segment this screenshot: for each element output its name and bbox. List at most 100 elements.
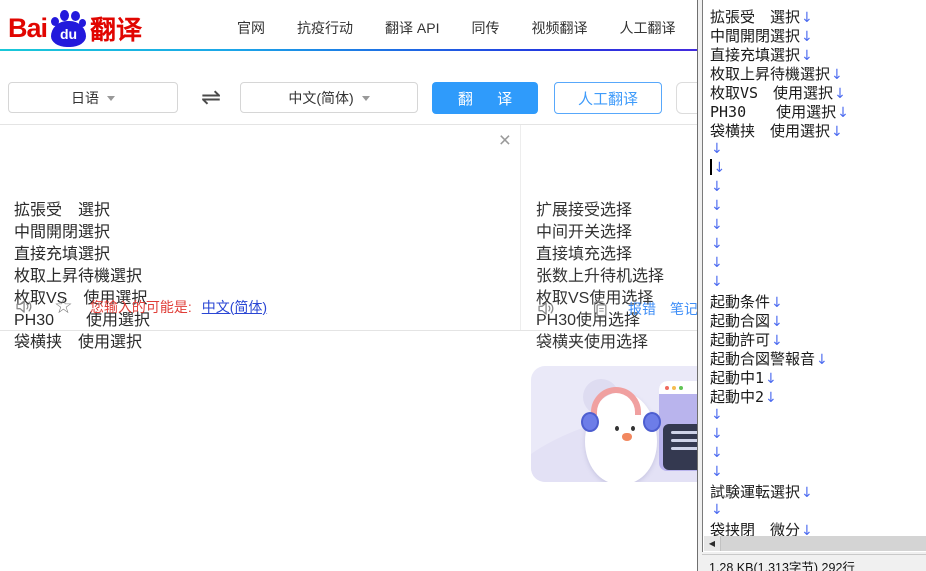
result-text-line: 袋横夹使用选择 <box>536 332 664 354</box>
copy-icon[interactable] <box>590 299 610 319</box>
newline-mark-icon: ↓ <box>711 255 723 271</box>
headphone-cup-icon <box>643 412 661 432</box>
language-hint-link[interactable]: 中文(简体) <box>202 297 267 317</box>
source-text[interactable]: 拡張受 選択中間開閉選択直接充填選択枚取上昇待機選択枚取VS 使用選択PH30 … <box>14 134 150 354</box>
nav-item[interactable]: 抗疫行动 <box>297 18 353 38</box>
speaker-icon[interactable] <box>14 296 35 317</box>
newline-mark-icon: ↓ <box>711 179 723 195</box>
newline-mark-icon: ↓ <box>711 502 723 518</box>
editor-line: 起動合図警報音↓ <box>710 348 926 367</box>
swap-icon: ⇌ <box>201 83 221 112</box>
newline-mark-icon: ↓ <box>801 48 813 64</box>
chevron-down-icon <box>362 96 370 101</box>
newline-mark-icon: ↓ <box>831 67 843 83</box>
logo-text-product: 翻译 <box>90 10 142 47</box>
nav-item[interactable]: 官网 <box>237 18 265 38</box>
newline-mark-icon: ↓ <box>714 160 726 176</box>
source-text-line: 中間開閉選択 <box>14 222 150 244</box>
swap-languages-button[interactable]: ⇌ <box>194 82 228 113</box>
editor-line: ↓ <box>710 158 926 177</box>
editor-line: ↓ <box>710 500 926 519</box>
mascot-beak <box>622 433 632 441</box>
newline-mark-icon: ↓ <box>711 464 723 480</box>
baidu-translate-logo[interactable]: Bai du 翻译 <box>8 8 142 48</box>
editor-line-text: 中間開閉選択 <box>710 27 800 45</box>
editor-line-text: PH30 使用選択 <box>710 103 836 121</box>
editor-line: 直接充填選択↓ <box>710 44 926 63</box>
logo-text-du: du <box>60 26 77 42</box>
editor-line: 起動許可↓ <box>710 329 926 348</box>
newline-mark-icon: ↓ <box>711 236 723 252</box>
editor-line-text: 起動中2 <box>710 388 764 406</box>
nav-item[interactable]: 人工翻译 <box>619 18 675 38</box>
editor-line-text: 試験運転選択 <box>710 483 800 501</box>
language-hint-label: 您输入的可能是: <box>90 297 192 317</box>
result-actions: 报错 笔记 <box>536 298 698 319</box>
editor-line: ↓ <box>710 443 926 462</box>
human-translate-button[interactable]: 人工翻译 <box>554 82 662 114</box>
editor-line-text: 起動合図警報音 <box>710 350 815 368</box>
editor-line: ↓ <box>710 272 926 291</box>
top-nav: 官网 抗疫行动 翻译 API 同传 视频翻译 人工翻译 <box>237 18 675 38</box>
source-text-line: 袋横挟 使用選択 <box>14 332 150 354</box>
nav-item[interactable]: 同传 <box>471 18 499 38</box>
editor-line: ↓ <box>710 215 926 234</box>
editor-line-text: 直接充填選択 <box>710 46 800 64</box>
text-cursor <box>710 159 712 175</box>
newline-mark-icon: ↓ <box>801 10 813 26</box>
nav-item[interactable]: 视频翻译 <box>531 18 587 38</box>
source-text-line: 枚取上昇待機選択 <box>14 266 150 288</box>
source-text-line: 拡張受 選択 <box>14 200 150 222</box>
screen: Bai du 翻译 官网抗疫行动翻译 API同传视频翻译人工翻译 日语 ⇌ 中文… <box>0 0 926 571</box>
editor-line: 起動条件↓ <box>710 291 926 310</box>
newline-mark-icon: ↓ <box>771 333 783 349</box>
editor-line: 中間開閉選択↓ <box>710 25 926 44</box>
newline-mark-icon: ↓ <box>711 445 723 461</box>
source-text-area[interactable]: 拡張受 選択中間開閉選択直接充填選択枚取上昇待機選択枚取VS 使用選択PH30 … <box>0 125 521 330</box>
newline-mark-icon: ↓ <box>771 314 783 330</box>
newline-mark-icon: ↓ <box>765 390 777 406</box>
newline-mark-icon: ↓ <box>801 29 813 45</box>
nav-item[interactable]: 翻译 API <box>385 18 439 38</box>
scroll-left-button[interactable]: ◀ <box>704 536 721 551</box>
editor-line: ↓ <box>710 196 926 215</box>
newline-mark-icon: ↓ <box>816 352 828 368</box>
editor-line-text: 起動条件 <box>710 293 770 311</box>
editor-line: 枚取上昇待機選択↓ <box>710 63 926 82</box>
editor-text-area[interactable]: 拡張受 選択↓ 中間開閉選択↓ 直接充填選択↓ 枚取上昇待機選択↓ 枚取VS 使… <box>710 6 926 536</box>
editor-line: ↓ <box>710 253 926 272</box>
source-language-label: 日语 <box>71 88 99 108</box>
source-text-line: 直接充填選択 <box>14 244 150 266</box>
newline-mark-icon: ↓ <box>837 105 849 121</box>
speaker-icon[interactable] <box>536 298 557 319</box>
editor-line: PH30 使用選択↓ <box>710 101 926 120</box>
text-editor-window: 拡張受 選択↓ 中間開閉選択↓ 直接充填選択↓ 枚取上昇待機選択↓ 枚取VS 使… <box>697 0 926 571</box>
editor-status-bar: 1.28 KB(1,313字节) 292行 <box>702 554 926 571</box>
scroll-left-arrow-icon: ◀ <box>709 539 715 548</box>
horizontal-scrollbar[interactable]: ◀ <box>704 536 926 551</box>
report-error-link[interactable]: 报错 <box>628 299 656 319</box>
target-language-label: 中文(简体) <box>288 88 353 108</box>
translate-button[interactable]: 翻 译 <box>432 82 538 114</box>
editor-line-text: 起動合図 <box>710 312 770 330</box>
note-link[interactable]: 笔记 <box>670 299 698 319</box>
target-language-select[interactable]: 中文(简体) <box>240 82 418 113</box>
editor-line: 袋横挟 使用選択↓ <box>710 120 926 139</box>
input-actions: ☆ 您输入的可能是: 中文(简体) <box>14 294 267 319</box>
result-text: 扩展接受选择中间开关选择直接填充选择张数上升待机选择枚取VS使用选择PH30使用… <box>536 134 664 354</box>
editor-line-text: 拡張受 選択 <box>710 8 800 26</box>
newline-mark-icon: ↓ <box>711 217 723 233</box>
editor-client-area: 拡張受 選択↓ 中間開閉選択↓ 直接充填選択↓ 枚取上昇待機選択↓ 枚取VS 使… <box>702 0 926 552</box>
chevron-down-icon <box>107 96 115 101</box>
editor-line: 起動合図↓ <box>710 310 926 329</box>
editor-line-text: 袋横挟 使用選択 <box>710 122 830 140</box>
editor-line: ↓ <box>710 462 926 481</box>
favorite-star-icon[interactable]: ☆ <box>54 294 73 319</box>
source-language-select[interactable]: 日语 <box>8 82 178 113</box>
editor-line: ↓ <box>710 139 926 158</box>
newline-mark-icon: ↓ <box>711 141 723 157</box>
editor-line: 枚取VS 使用選択↓ <box>710 82 926 101</box>
newline-mark-icon: ↓ <box>711 426 723 442</box>
clear-input-button[interactable]: × <box>499 131 511 151</box>
result-text-line: 直接填充选择 <box>536 244 664 266</box>
